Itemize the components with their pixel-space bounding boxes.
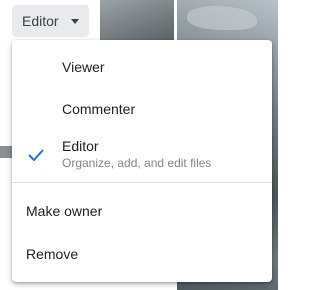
background-fragment [0, 146, 12, 158]
make-owner-item[interactable]: Make owner [12, 190, 272, 232]
menu-item-label: Remove [26, 246, 79, 262]
menu-item-description: Organize, add, and edit files [62, 156, 212, 170]
menu-item-viewer[interactable]: Viewer [12, 40, 272, 90]
background-image [100, 0, 174, 42]
menu-item-label: Viewer [62, 59, 105, 75]
role-menu: Viewer Commenter Editor Organize, add, a… [12, 40, 272, 282]
remove-item[interactable]: Remove [12, 234, 272, 276]
check-icon [28, 149, 44, 161]
menu-item-editor[interactable]: Editor Organize, add, and edit files [12, 134, 272, 182]
menu-divider [12, 182, 272, 183]
role-dropdown-button[interactable]: Editor [12, 5, 89, 37]
caret-down-icon [70, 18, 79, 24]
menu-item-label: Make owner [26, 203, 103, 219]
menu-item-label: Commenter [62, 101, 136, 117]
menu-item-commenter[interactable]: Commenter [12, 90, 272, 134]
role-dropdown-label: Editor [22, 13, 59, 29]
menu-item-label: Editor [62, 138, 99, 154]
